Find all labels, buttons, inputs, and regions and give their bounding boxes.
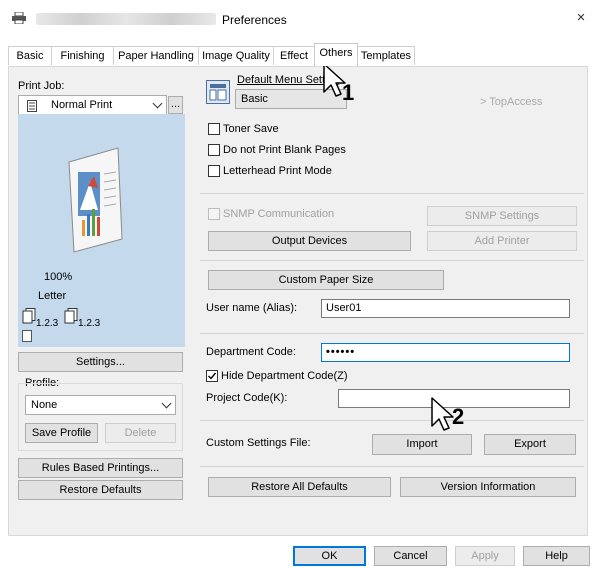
- import-button[interactable]: Import: [372, 434, 472, 455]
- department-code-input[interactable]: ••••••: [321, 343, 570, 362]
- letterhead-checkbox[interactable]: [208, 165, 220, 177]
- hide-department-code-label: Hide Department Code(Z): [221, 370, 348, 382]
- zoom-level: 100%: [44, 271, 73, 283]
- cursor-arrow-icon: [431, 397, 454, 431]
- chevron-down-icon: [152, 98, 163, 109]
- collate-order-a: 1.2.3: [36, 318, 59, 329]
- snmp-checkbox[interactable]: [208, 208, 220, 220]
- printer-icon: [12, 12, 26, 24]
- tab-others[interactable]: Others: [314, 43, 358, 66]
- collate-icon: [64, 308, 78, 324]
- divider: [200, 260, 584, 261]
- topaccess-link[interactable]: > TopAccess: [480, 96, 542, 108]
- snmp-settings-button[interactable]: SNMP Settings: [427, 206, 577, 226]
- printer-name-redacted: [36, 13, 216, 25]
- project-code-label: Project Code(K):: [206, 392, 288, 404]
- profile-value: None: [31, 399, 58, 411]
- paper-size: Letter: [38, 290, 67, 302]
- checkmark-icon: [208, 372, 217, 380]
- collate-order-b: 1.2.3: [78, 318, 101, 329]
- print-job-select[interactable]: Normal Print: [18, 95, 167, 115]
- tab-paper-handling[interactable]: Paper Handling: [113, 46, 199, 65]
- ok-button[interactable]: OK: [293, 546, 366, 566]
- toner-save-checkbox[interactable]: [208, 123, 220, 135]
- print-job-more-button[interactable]: ...: [168, 96, 183, 114]
- export-button[interactable]: Export: [484, 434, 576, 455]
- settings-button[interactable]: Settings...: [18, 352, 183, 372]
- tab-effect[interactable]: Effect: [273, 46, 315, 65]
- tab-finishing[interactable]: Finishing: [51, 46, 114, 65]
- toner-save-label: Toner Save: [223, 123, 279, 135]
- tab-basic[interactable]: Basic: [8, 46, 52, 65]
- divider: [200, 420, 584, 421]
- divider: [200, 193, 584, 194]
- default-menu-icon: [206, 80, 230, 104]
- delete-profile-button[interactable]: Delete: [105, 423, 176, 443]
- apply-button[interactable]: Apply: [455, 546, 515, 566]
- custom-settings-file-label: Custom Settings File:: [206, 437, 311, 449]
- cancel-button[interactable]: Cancel: [374, 546, 447, 566]
- print-job-value: Normal Print: [51, 99, 113, 111]
- print-preview: 100% Letter 1.2.3 1.2.3: [18, 114, 185, 347]
- collate-icon: [22, 308, 36, 324]
- default-menu-value: Basic: [241, 93, 268, 105]
- letterhead-label: Letterhead Print Mode: [223, 165, 332, 177]
- rules-based-printings-button[interactable]: Rules Based Printings...: [18, 458, 183, 478]
- no-blank-pages-checkbox[interactable]: [208, 144, 220, 156]
- restore-defaults-button[interactable]: Restore Defaults: [18, 480, 183, 500]
- document-icon: [27, 100, 37, 112]
- callout-number-1: 1: [342, 80, 355, 105]
- custom-paper-size-button[interactable]: Custom Paper Size: [208, 270, 444, 290]
- callout-number-2: 2: [452, 404, 465, 429]
- window-title: Preferences: [222, 13, 287, 27]
- output-devices-button[interactable]: Output Devices: [208, 231, 411, 251]
- add-printer-button[interactable]: Add Printer: [427, 231, 577, 251]
- tab-image-quality[interactable]: Image Quality: [198, 46, 274, 65]
- restore-all-defaults-button[interactable]: Restore All Defaults: [208, 477, 391, 497]
- divider: [200, 333, 584, 334]
- hide-department-code-checkbox[interactable]: [206, 370, 218, 382]
- close-icon[interactable]: ×: [572, 9, 590, 27]
- department-code-label: Department Code:: [206, 346, 296, 358]
- no-blank-pages-label: Do not Print Blank Pages: [223, 144, 346, 156]
- save-profile-button[interactable]: Save Profile: [25, 423, 98, 443]
- divider: [200, 466, 584, 467]
- help-button[interactable]: Help: [523, 546, 590, 566]
- user-name-input[interactable]: User01: [321, 299, 570, 318]
- title-bar: Preferences ×: [0, 0, 596, 38]
- single-page-icon: [22, 330, 32, 342]
- profile-select[interactable]: None: [25, 395, 176, 415]
- tab-templates[interactable]: Templates: [357, 46, 415, 65]
- chevron-down-icon: [161, 398, 172, 409]
- preview-page-icon: [68, 147, 123, 253]
- user-name-label: User name (Alias):: [206, 302, 298, 314]
- snmp-label: SNMP Communication: [223, 208, 335, 220]
- print-job-label: Print Job:: [18, 80, 65, 92]
- version-information-button[interactable]: Version Information: [400, 477, 576, 497]
